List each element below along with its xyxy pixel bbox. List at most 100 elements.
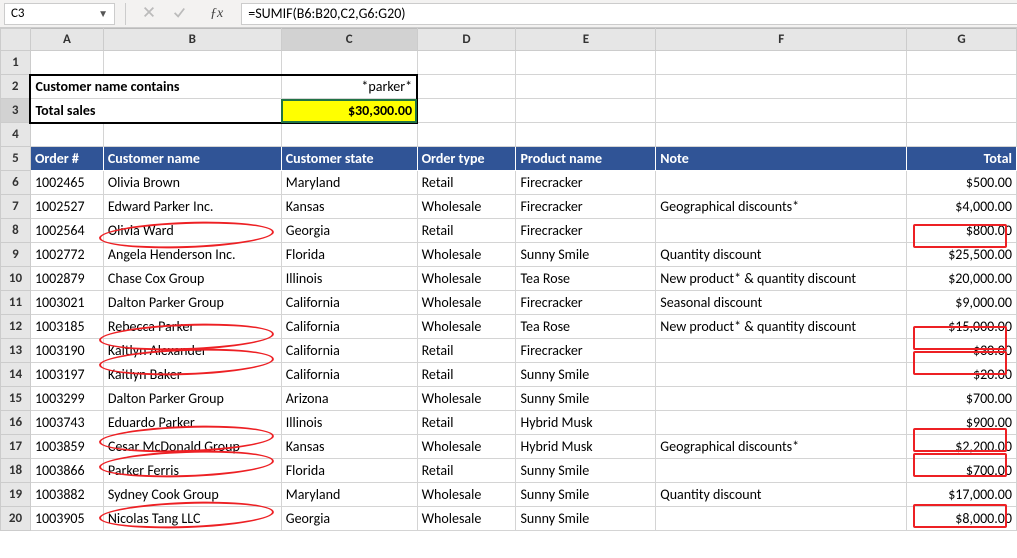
cell-state[interactable]: Illinois <box>281 267 417 291</box>
cell-order[interactable]: 1003190 <box>30 339 103 363</box>
cell-customer[interactable]: Olivia Brown <box>103 171 281 195</box>
cell-state[interactable]: Florida <box>281 459 417 483</box>
cell-state[interactable]: California <box>281 339 417 363</box>
row-header-5[interactable]: 5 <box>1 147 31 171</box>
cell[interactable] <box>281 123 417 147</box>
cell-customer[interactable]: Parker Ferris <box>103 459 281 483</box>
cell-note[interactable]: Quantity discount <box>656 243 907 267</box>
cell[interactable] <box>907 99 1017 123</box>
cell-product[interactable]: Hybrid Musk <box>516 435 656 459</box>
cell-state[interactable]: Kansas <box>281 195 417 219</box>
cell-customer[interactable]: Sydney Cook Group <box>103 483 281 507</box>
cell-type[interactable]: Retail <box>417 219 516 243</box>
cell[interactable] <box>907 51 1017 75</box>
cell-total[interactable]: $500.00 <box>907 171 1017 195</box>
row-header-17[interactable]: 17 <box>1 435 31 459</box>
cell-total[interactable]: $17,000.00 <box>907 483 1017 507</box>
cell[interactable] <box>417 75 516 99</box>
cell-type[interactable]: Wholesale <box>417 291 516 315</box>
cell-note[interactable] <box>656 507 907 531</box>
cell-order[interactable]: 1003905 <box>30 507 103 531</box>
cell-total[interactable]: $20,000.00 <box>907 267 1017 291</box>
cell-type[interactable]: Wholesale <box>417 507 516 531</box>
spreadsheet-grid[interactable]: A B C D E F G 1 2 Customer name contains… <box>0 28 1017 531</box>
cell-note[interactable] <box>656 387 907 411</box>
cell[interactable] <box>516 75 656 99</box>
th-order[interactable]: Order # <box>30 147 103 171</box>
cell-customer[interactable]: Kaitlyn Alexander <box>103 339 281 363</box>
cell-total[interactable]: $2,200.00 <box>907 435 1017 459</box>
cell-product[interactable]: Sunny Smile <box>516 363 656 387</box>
row-header-9[interactable]: 9 <box>1 243 31 267</box>
cell-customer[interactable]: Chase Cox Group <box>103 267 281 291</box>
cell-type[interactable]: Wholesale <box>417 195 516 219</box>
cell-type[interactable]: Wholesale <box>417 387 516 411</box>
cell-customer[interactable]: Rebecca Parker <box>103 315 281 339</box>
cell-customer[interactable]: Kaitlyn Baker <box>103 363 281 387</box>
cell-product[interactable]: Firecracker <box>516 195 656 219</box>
cell[interactable] <box>656 75 907 99</box>
row-header-14[interactable]: 14 <box>1 363 31 387</box>
cell-state[interactable]: Arizona <box>281 387 417 411</box>
cell-customer[interactable]: Dalton Parker Group <box>103 291 281 315</box>
row-header-16[interactable]: 16 <box>1 411 31 435</box>
cell-order[interactable]: 1003021 <box>30 291 103 315</box>
cell-product[interactable]: Firecracker <box>516 339 656 363</box>
total-sales-value[interactable]: $30,300.00 <box>281 99 417 123</box>
cell[interactable] <box>656 99 907 123</box>
cell-product[interactable]: Firecracker <box>516 171 656 195</box>
cell-order[interactable]: 1003299 <box>30 387 103 411</box>
cell[interactable] <box>417 99 516 123</box>
cell-type[interactable]: Retail <box>417 363 516 387</box>
cell-state[interactable]: California <box>281 363 417 387</box>
cell[interactable] <box>30 51 103 75</box>
criteria-value[interactable]: *parker* <box>281 75 417 99</box>
cell-order[interactable]: 1002879 <box>30 267 103 291</box>
cell[interactable] <box>103 123 281 147</box>
row-header-15[interactable]: 15 <box>1 387 31 411</box>
cell[interactable] <box>516 51 656 75</box>
cell-product[interactable]: Sunny Smile <box>516 507 656 531</box>
cell-note[interactable]: New product* & quantity discount <box>656 267 907 291</box>
col-header-G[interactable]: G <box>907 29 1017 51</box>
cell-state[interactable]: Kansas <box>281 435 417 459</box>
cell-total[interactable]: $30.00 <box>907 339 1017 363</box>
cell-total[interactable]: $4,000.00 <box>907 195 1017 219</box>
col-header-F[interactable]: F <box>656 29 907 51</box>
cell-type[interactable]: Wholesale <box>417 267 516 291</box>
row-header-20[interactable]: 20 <box>1 507 31 531</box>
col-header-D[interactable]: D <box>417 29 516 51</box>
label-contains[interactable]: Customer name contains <box>30 75 281 99</box>
row-header-11[interactable]: 11 <box>1 291 31 315</box>
cell-note[interactable] <box>656 219 907 243</box>
cell[interactable] <box>907 75 1017 99</box>
cell-type[interactable]: Retail <box>417 459 516 483</box>
cell[interactable] <box>103 51 281 75</box>
cell-order[interactable]: 1002527 <box>30 195 103 219</box>
cell[interactable] <box>656 123 907 147</box>
th-total[interactable]: Total <box>907 147 1017 171</box>
cell-type[interactable]: Wholesale <box>417 483 516 507</box>
cell-customer[interactable]: Angela Henderson Inc. <box>103 243 281 267</box>
cell-order[interactable]: 1003185 <box>30 315 103 339</box>
row-header-13[interactable]: 13 <box>1 339 31 363</box>
row-header-10[interactable]: 10 <box>1 267 31 291</box>
col-header-C[interactable]: C <box>281 29 417 51</box>
cell-order[interactable]: 1003866 <box>30 459 103 483</box>
row-header-6[interactable]: 6 <box>1 171 31 195</box>
cell-type[interactable]: Wholesale <box>417 243 516 267</box>
cell-type[interactable]: Wholesale <box>417 315 516 339</box>
row-header-8[interactable]: 8 <box>1 219 31 243</box>
col-header-A[interactable]: A <box>30 29 103 51</box>
fx-icon[interactable]: ƒx <box>202 6 231 22</box>
cell[interactable] <box>656 51 907 75</box>
row-header-4[interactable]: 4 <box>1 123 31 147</box>
cell-type[interactable]: Retail <box>417 171 516 195</box>
cell-total[interactable]: $15,000.00 <box>907 315 1017 339</box>
select-all-corner[interactable] <box>1 29 31 51</box>
label-total[interactable]: Total sales <box>30 99 281 123</box>
cell-customer[interactable]: Olivia Ward <box>103 219 281 243</box>
cell-product[interactable]: Firecracker <box>516 291 656 315</box>
cell[interactable] <box>417 123 516 147</box>
row-header-19[interactable]: 19 <box>1 483 31 507</box>
